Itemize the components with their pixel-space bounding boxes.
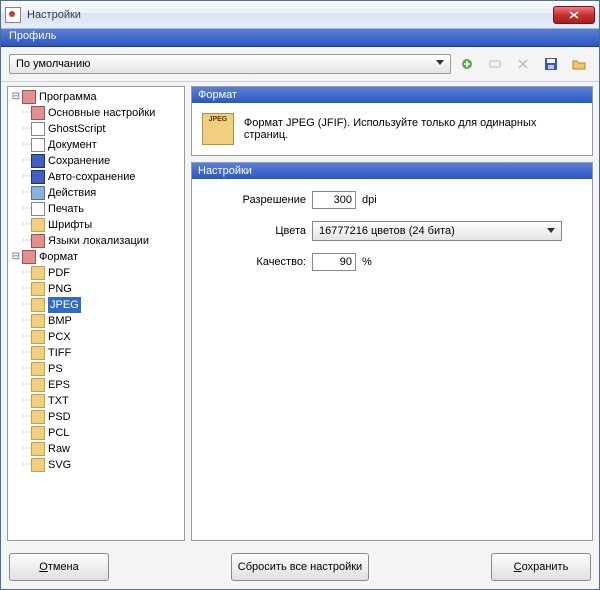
format-icon — [22, 250, 36, 264]
tree-node-save[interactable]: ⋯Сохранение — [10, 153, 182, 169]
file-icon — [31, 426, 45, 440]
tree-node-svg[interactable]: ⋯SVG — [10, 457, 182, 473]
quality-input[interactable] — [312, 253, 356, 271]
save-button[interactable]: Сохранить — [491, 553, 591, 581]
jpeg-icon: JPEG — [202, 113, 234, 145]
settings-icon — [31, 106, 45, 120]
content-area: ⊟ Программа ⋯Основные настройки ⋯GhostSc… — [1, 82, 599, 545]
tree-node-png[interactable]: ⋯PNG — [10, 281, 182, 297]
tree-node-eps[interactable]: ⋯EPS — [10, 377, 182, 393]
autosave-icon — [31, 170, 45, 184]
tree-node-psd[interactable]: ⋯PSD — [10, 409, 182, 425]
tree-node-autosave[interactable]: ⋯Авто-сохранение — [10, 169, 182, 185]
collapse-icon[interactable]: ⊟ — [10, 249, 22, 265]
tree-node-bmp[interactable]: ⋯BMP — [10, 313, 182, 329]
collapse-icon[interactable]: ⊟ — [10, 89, 22, 105]
ghostscript-icon — [31, 122, 45, 136]
quality-unit: % — [362, 256, 372, 268]
settings-panel: Настройки Разрешение dpi Цвета 16777216 … — [191, 162, 593, 541]
tree-node-format[interactable]: ⊟ Формат — [10, 249, 182, 265]
close-button[interactable] — [553, 6, 595, 24]
resolution-input[interactable] — [312, 191, 356, 209]
titlebar: Настройки — [1, 1, 599, 29]
file-icon — [31, 282, 45, 296]
app-icon — [5, 7, 21, 23]
file-icon — [31, 314, 45, 328]
quality-row: Качество: % — [206, 253, 578, 271]
fonts-icon — [31, 218, 45, 232]
profile-toolbar: По умолчанию — [1, 47, 599, 82]
tree-panel[interactable]: ⊟ Программа ⋯Основные настройки ⋯GhostSc… — [7, 86, 185, 541]
file-icon — [31, 378, 45, 392]
tree-node-actions[interactable]: ⋯Действия — [10, 185, 182, 201]
file-icon — [31, 442, 45, 456]
file-icon — [31, 394, 45, 408]
colors-row: Цвета 16777216 цветов (24 бита) — [206, 221, 578, 241]
rename-profile-button[interactable] — [483, 53, 507, 75]
add-profile-button[interactable] — [455, 53, 479, 75]
tree-node-fonts[interactable]: ⋯Шрифты — [10, 217, 182, 233]
right-panel: Формат JPEG Формат JPEG (JFIF). Использу… — [191, 86, 593, 541]
file-icon — [31, 298, 45, 312]
tree-node-txt[interactable]: ⋯TXT — [10, 393, 182, 409]
reset-button[interactable]: Сбросить все настройки — [231, 553, 369, 581]
open-folder-button[interactable] — [567, 53, 591, 75]
save-icon — [31, 154, 45, 168]
print-icon — [31, 202, 45, 216]
tree-node-lang[interactable]: ⋯Языки локализации — [10, 233, 182, 249]
tree-node-ps[interactable]: ⋯PS — [10, 361, 182, 377]
tree-node-raw[interactable]: ⋯Raw — [10, 441, 182, 457]
file-icon — [31, 346, 45, 360]
folder-icon — [571, 56, 587, 72]
cancel-button[interactable]: Отмена — [9, 553, 109, 581]
file-icon — [31, 410, 45, 424]
file-icon — [31, 362, 45, 376]
tree-label: Программа — [39, 89, 97, 105]
colors-value: 16777216 цветов (24 бита) — [319, 225, 455, 237]
lang-icon — [31, 234, 45, 248]
tree-node-pcl[interactable]: ⋯PCL — [10, 425, 182, 441]
format-panel: Формат JPEG Формат JPEG (JFIF). Использу… — [191, 86, 593, 156]
file-icon — [31, 266, 45, 280]
tree-node-basic[interactable]: ⋯Основные настройки — [10, 105, 182, 121]
format-panel-title: Формат — [192, 87, 592, 103]
tree-node-program[interactable]: ⊟ Программа — [10, 89, 182, 105]
tree-node-print[interactable]: ⋯Печать — [10, 201, 182, 217]
profile-select[interactable]: По умолчанию — [9, 54, 451, 74]
rename-icon — [487, 56, 503, 72]
settings-panel-title: Настройки — [192, 163, 592, 179]
colors-select[interactable]: 16777216 цветов (24 бита) — [312, 221, 562, 241]
tree-node-pdf[interactable]: ⋯PDF — [10, 265, 182, 281]
tree-node-tiff[interactable]: ⋯TIFF — [10, 345, 182, 361]
tree-node-pcx[interactable]: ⋯PCX — [10, 329, 182, 345]
save-profile-button[interactable] — [539, 53, 563, 75]
profile-selected-value: По умолчанию — [16, 58, 90, 70]
resolution-label: Разрешение — [206, 194, 306, 206]
button-row: Отмена Сбросить все настройки Сохранить — [1, 545, 599, 589]
resolution-unit: dpi — [362, 194, 377, 206]
resolution-row: Разрешение dpi — [206, 191, 578, 209]
delete-icon — [515, 56, 531, 72]
tree-node-document[interactable]: ⋯Документ — [10, 137, 182, 153]
profile-header: Профиль — [1, 29, 599, 47]
program-icon — [22, 90, 36, 104]
quality-label: Качество: — [206, 256, 306, 268]
format-description: Формат JPEG (JFIF). Используйте только д… — [244, 117, 582, 141]
tree-node-jpeg[interactable]: ⋯JPEG — [10, 297, 182, 313]
delete-profile-button[interactable] — [511, 53, 535, 75]
colors-label: Цвета — [206, 225, 306, 237]
file-icon — [31, 458, 45, 472]
actions-icon — [31, 186, 45, 200]
window-title: Настройки — [27, 9, 81, 21]
chevron-down-icon — [436, 60, 444, 65]
add-icon — [459, 56, 475, 72]
tree-node-ghostscript[interactable]: ⋯GhostScript — [10, 121, 182, 137]
chevron-down-icon — [547, 228, 555, 233]
save-icon — [543, 56, 559, 72]
settings-window: Настройки Профиль По умолчанию — [0, 0, 600, 590]
close-icon — [569, 11, 579, 19]
document-icon — [31, 138, 45, 152]
file-icon — [31, 330, 45, 344]
